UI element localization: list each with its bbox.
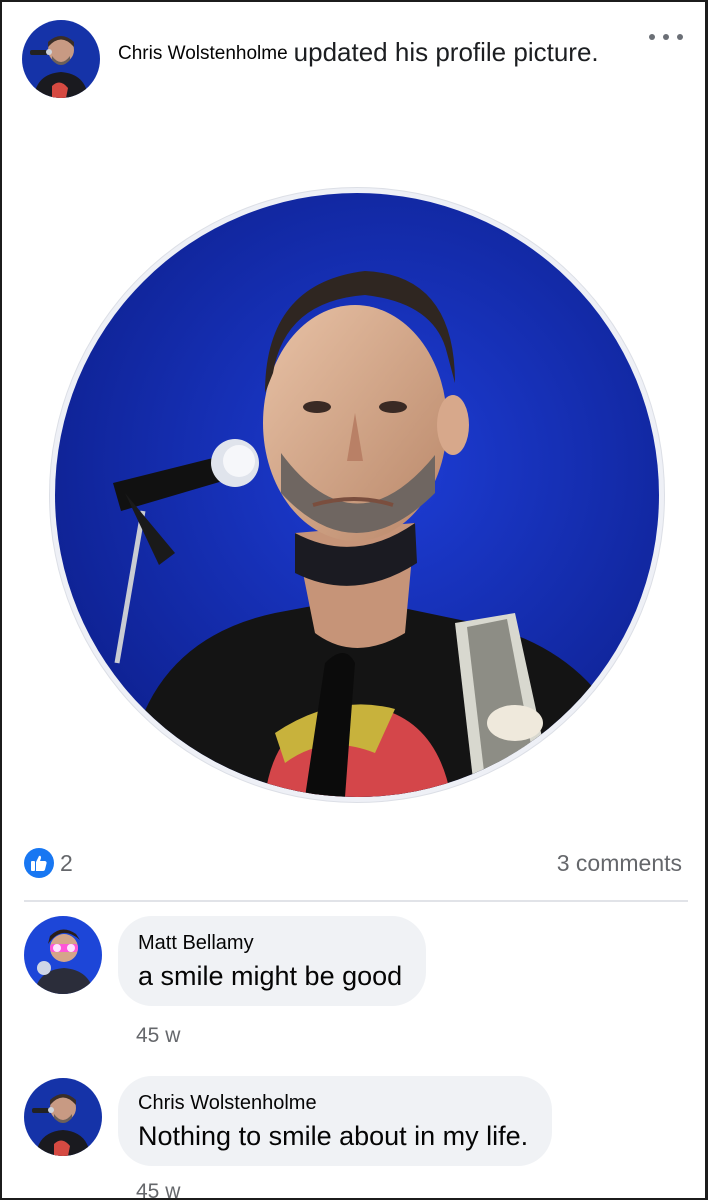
post-header: Chris Wolstenholme updated his profile pi… [22, 18, 622, 108]
like-count: 2 [60, 849, 73, 876]
comment-bubble: Matt Bellamy a smile might be good [118, 916, 427, 1006]
comment-author[interactable]: Matt Bellamy [138, 932, 402, 955]
reactions-bar: 2 3 comments [24, 848, 688, 884]
profile-picture[interactable] [50, 188, 664, 802]
commenter-avatar[interactable] [24, 1078, 102, 1156]
comment-item: Matt Bellamy a smile might be good 45 w [24, 916, 684, 1056]
post-headline: Chris Wolstenholme updated his profile pi… [118, 32, 638, 74]
comment-timestamp[interactable]: 45 w [136, 1024, 180, 1048]
author-avatar[interactable] [22, 20, 100, 98]
post-author-name[interactable]: Chris Wolstenholme [118, 43, 288, 64]
comment-timestamp[interactable]: 45 w [136, 1180, 180, 1198]
comment-text: a smile might be good [138, 961, 403, 991]
comment-text: Nothing to smile about in my life. [138, 1121, 529, 1151]
facebook-post-card: Chris Wolstenholme updated his profile pi… [0, 0, 708, 1200]
dot [677, 34, 683, 40]
comment-item: Chris Wolstenholme Nothing to smile abou… [24, 1076, 684, 1198]
like-summary[interactable]: 2 [24, 848, 73, 878]
divider [24, 900, 688, 902]
profile-picture-image [55, 193, 659, 797]
more-options-icon[interactable] [649, 28, 683, 46]
post-action-text: updated his profile picture. [293, 37, 599, 67]
comment-bubble: Chris Wolstenholme Nothing to smile abou… [118, 1076, 553, 1166]
comments-count-link[interactable]: 3 comments [557, 850, 682, 877]
comment-author[interactable]: Chris Wolstenholme [138, 1092, 528, 1115]
thumbs-up-icon [24, 848, 54, 878]
commenter-avatar[interactable] [24, 916, 102, 994]
dot [663, 34, 669, 40]
dot [649, 34, 655, 40]
